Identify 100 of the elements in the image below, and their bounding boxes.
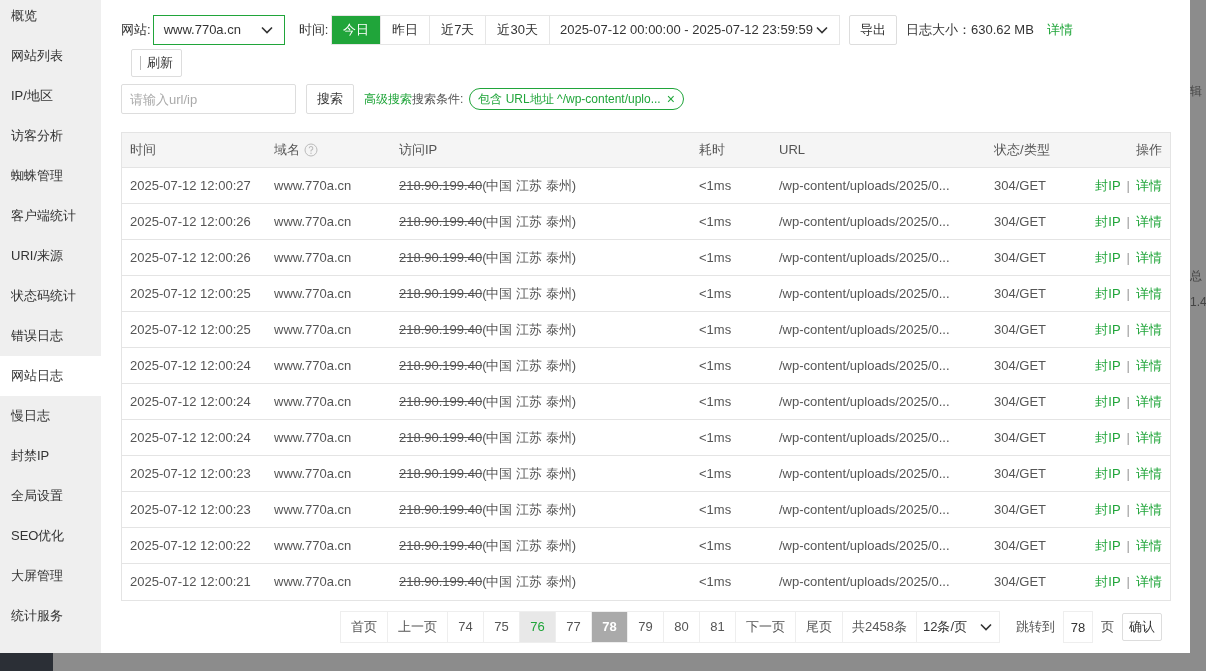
sidebar-item[interactable]: SEO优化 xyxy=(0,516,101,556)
sidebar-item[interactable]: 全局设置 xyxy=(0,476,101,516)
ip-address: 218.90.199.40 xyxy=(399,464,483,483)
table-cell: <1ms xyxy=(699,213,732,229)
site-label: 网站: xyxy=(121,21,151,40)
ip-location: (中国 江苏 泰州) xyxy=(482,573,577,592)
table-cell: <1ms xyxy=(699,249,732,265)
sidebar-item[interactable]: 大屏管理 xyxy=(0,556,101,596)
column-header: 访问IP xyxy=(399,141,438,160)
ip-address: 218.90.199.40 xyxy=(399,573,483,592)
table-cell: 2025-07-12 12:00:24 xyxy=(130,429,251,445)
table-cell: www.770a.cn xyxy=(274,285,352,301)
sidebar-item[interactable]: 慢日志 xyxy=(0,396,101,436)
table-cell: /wp-content/uploads/2025/0... xyxy=(779,357,950,373)
table-cell: <1ms xyxy=(699,429,732,445)
table-cell: www.770a.cn xyxy=(274,429,352,445)
ip-location: (中国 江苏 泰州) xyxy=(482,428,577,447)
table-cell: 2025-07-12 12:00:25 xyxy=(130,285,251,301)
sidebar-item[interactable]: 网站日志 xyxy=(0,356,101,396)
table-cell: /wp-content/uploads/2025/0... xyxy=(779,537,950,553)
table-cell: <1ms xyxy=(699,501,732,517)
time-tab[interactable]: 近30天 xyxy=(485,15,550,45)
ip-address: 218.90.199.40 xyxy=(399,212,483,231)
link-separator: | xyxy=(1126,176,1130,195)
table-cell: www.770a.cn xyxy=(274,465,352,481)
background-bar xyxy=(0,653,53,671)
table-cell: /wp-content/uploads/2025/0... xyxy=(779,393,950,409)
sidebar-item[interactable]: 统计服务 xyxy=(0,596,101,636)
column-header: URL xyxy=(779,141,805,160)
site-select[interactable]: www.770a.cn xyxy=(152,15,285,45)
table-cell: /wp-content/uploads/2025/0... xyxy=(779,465,950,481)
table-cell: <1ms xyxy=(699,393,732,409)
sidebar-item[interactable]: 状态码统计 xyxy=(0,276,101,316)
date-range-field[interactable]: 2025-07-12 00:00:00 - 2025-07-12 23:59:59 xyxy=(548,15,840,45)
table-cell: 304/GET xyxy=(994,501,1047,517)
table-cell: 2025-07-12 12:00:25 xyxy=(130,321,251,337)
column-header: 域名 xyxy=(274,141,300,160)
ip-location: (中国 江苏 泰州) xyxy=(482,320,577,339)
jump-page-field[interactable]: 78 xyxy=(1063,611,1093,643)
link-separator: | xyxy=(1126,212,1130,231)
confirm-button[interactable]: 确认 xyxy=(1122,613,1162,641)
export-button[interactable]: 导出 xyxy=(848,15,897,45)
ip-address: 218.90.199.40 xyxy=(399,428,483,447)
sidebar-item[interactable]: IP/地区 xyxy=(0,76,101,116)
ip-address: 218.90.199.40 xyxy=(399,536,483,555)
refresh-button[interactable]: 刷新 xyxy=(131,49,182,77)
table-cell: /wp-content/uploads/2025/0... xyxy=(779,213,950,229)
table-cell: www.770a.cn xyxy=(274,249,352,265)
table-cell: <1ms xyxy=(699,285,732,301)
table-cell: 2025-07-12 12:00:24 xyxy=(130,393,251,409)
background-text: 总 xyxy=(1190,268,1203,285)
link-separator: | xyxy=(1126,573,1130,592)
table-cell: /wp-content/uploads/2025/0... xyxy=(779,501,950,517)
ip-address: 218.90.199.40 xyxy=(399,356,483,375)
jump-label: 跳转到 xyxy=(1016,618,1055,637)
column-header: 状态/类型 xyxy=(994,141,1050,160)
ip-location: (中国 江苏 泰州) xyxy=(482,500,577,519)
table-cell: 304/GET xyxy=(994,177,1047,193)
table-cell: 304/GET xyxy=(994,537,1047,553)
table-cell: www.770a.cn xyxy=(274,177,352,193)
table-cell: <1ms xyxy=(699,177,732,193)
table-cell: <1ms xyxy=(699,574,732,590)
table-cell: 304/GET xyxy=(994,249,1047,265)
column-header: 耗时 xyxy=(699,141,725,160)
sidebar-item[interactable]: 访客分析 xyxy=(0,116,101,156)
time-tab[interactable]: 昨日 xyxy=(380,15,431,45)
table-cell: <1ms xyxy=(699,537,732,553)
table-cell: 304/GET xyxy=(994,465,1047,481)
sidebar-item[interactable]: 网站列表 xyxy=(0,36,101,76)
time-label: 时间: xyxy=(298,21,329,40)
sidebar-item[interactable]: 蜘蛛管理 xyxy=(0,156,101,196)
table-cell: <1ms xyxy=(699,465,732,481)
background-text: 辑 xyxy=(1190,83,1203,100)
link-separator: | xyxy=(1126,464,1130,483)
table-cell: 304/GET xyxy=(994,285,1047,301)
search-button[interactable]: 搜索 xyxy=(306,84,354,114)
sidebar-item[interactable]: 封禁IP xyxy=(0,436,101,476)
table-cell: 2025-07-12 12:00:26 xyxy=(130,213,251,229)
link-separator: | xyxy=(1126,248,1130,267)
sidebar-item[interactable]: 错误日志 xyxy=(0,316,101,356)
table-cell: 2025-07-12 12:00:26 xyxy=(130,249,251,265)
ip-location: (中国 江苏 泰州) xyxy=(482,464,577,483)
ip-address: 218.90.199.40 xyxy=(399,500,483,519)
time-tab[interactable]: 近7天 xyxy=(429,15,487,45)
table-cell: 304/GET xyxy=(994,393,1047,409)
table-cell: www.770a.cn xyxy=(274,321,352,337)
table-cell: /wp-content/uploads/2025/0... xyxy=(779,574,950,590)
table-cell: 304/GET xyxy=(994,574,1047,590)
table-cell: 2025-07-12 12:00:21 xyxy=(130,574,251,590)
sidebar-item[interactable]: URI/来源 xyxy=(0,236,101,276)
sidebar-item[interactable]: 客户端统计 xyxy=(0,196,101,236)
search-field[interactable]: 请输入url/ip xyxy=(121,84,296,114)
table-cell: 2025-07-12 12:00:24 xyxy=(130,357,251,373)
ip-location: (中国 江苏 泰州) xyxy=(482,284,577,303)
ip-location: (中国 江苏 泰州) xyxy=(482,392,577,411)
ip-location: (中国 江苏 泰州) xyxy=(482,536,577,555)
conditions-label: 搜索条件: xyxy=(412,91,464,108)
table-cell: 2025-07-12 12:00:23 xyxy=(130,465,251,481)
table-cell: 304/GET xyxy=(994,213,1047,229)
sidebar-item[interactable]: 概览 xyxy=(0,0,101,36)
